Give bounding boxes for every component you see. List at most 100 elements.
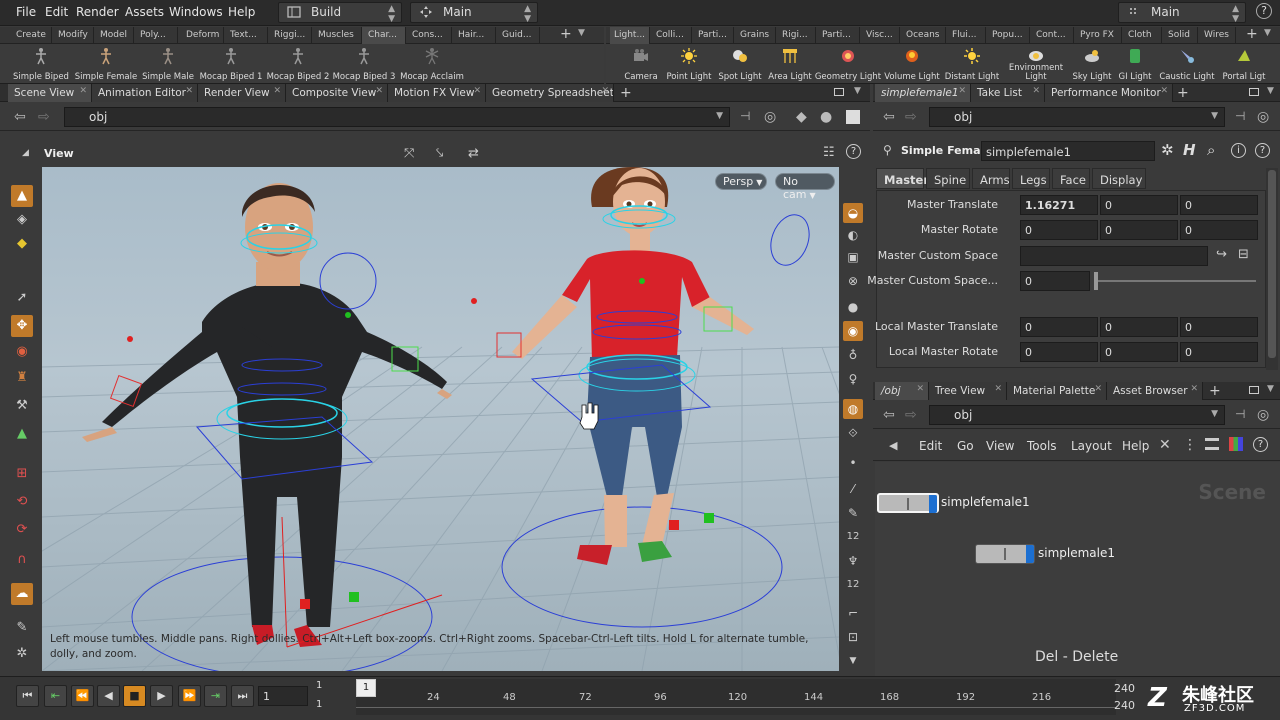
tab-material-palette[interactable]: Material Palette ✕ [1007, 382, 1107, 400]
pin-icon[interactable]: ⊣ [740, 109, 750, 123]
eraser-icon[interactable]: ✎ [11, 617, 33, 639]
node-simplefemale1[interactable] [877, 493, 939, 513]
help-h-icon[interactable]: H [1183, 141, 1196, 159]
shelf-tab-active[interactable]: Light... [610, 27, 650, 44]
scroll-thumb[interactable] [1268, 170, 1276, 358]
tab-geometry-spreadsheet[interactable]: Geometry Spreadsheet ✕ [486, 84, 614, 102]
param-tab-face[interactable]: Face [1052, 168, 1090, 189]
handle-tool-icon[interactable]: ⚒ [11, 395, 33, 417]
shelf-tab[interactable]: Visc... [860, 27, 900, 44]
jump-start-icon[interactable]: ⏮ [16, 685, 39, 707]
cube-icon[interactable]: ◆ [796, 109, 807, 125]
scene-path-field[interactable]: obj ▼ [64, 107, 730, 127]
pose-ik-icon[interactable]: ▲ [11, 423, 33, 445]
shelf-tab[interactable]: Modify [52, 27, 94, 44]
dot-icon[interactable]: • [843, 453, 863, 473]
shelf-tab[interactable]: Pyro FX [1074, 27, 1122, 44]
net-menu-layout[interactable]: Layout [1071, 439, 1112, 453]
close-icon[interactable]: ✕ [79, 86, 87, 96]
param-scrollbar[interactable] [1266, 168, 1278, 370]
tool-simple-male[interactable]: Simple Male [138, 44, 198, 84]
close-icon[interactable]: ✕ [273, 86, 281, 96]
select-object-icon[interactable]: ▲ [11, 185, 33, 207]
param-tab-master[interactable]: Master [876, 168, 929, 189]
info-icon[interactable]: i [1231, 143, 1246, 158]
nav-left-icon[interactable]: ◀ [889, 439, 897, 452]
back-icon[interactable]: ⇦ [14, 109, 26, 125]
help-icon[interactable]: ? [1256, 3, 1272, 19]
node-name-field[interactable]: simplefemale1 [981, 141, 1155, 161]
shelf-tab[interactable]: Flui... [946, 27, 986, 44]
list-icon[interactable] [1205, 438, 1219, 450]
tab-simplefemale1[interactable]: simplefemale1 ✕ [875, 84, 971, 102]
play-reverse-icon[interactable]: ◀ [97, 685, 120, 707]
prev-key-icon[interactable]: ⏪ [71, 685, 94, 707]
display-options-icon[interactable]: ☷ [823, 145, 835, 160]
number-12b-icon[interactable]: 12 [843, 575, 863, 595]
param-tab-arms[interactable]: Arms [972, 168, 1010, 189]
snapshot-icon[interactable] [846, 110, 860, 124]
tab-render-view[interactable]: Render View ✕ [198, 84, 286, 102]
menu-render[interactable]: Render [76, 5, 119, 19]
pin-icon[interactable]: ⊣ [1235, 407, 1245, 421]
shelf-tab[interactable]: Create [10, 27, 52, 44]
net-menu-go[interactable]: Go [957, 439, 974, 453]
simple-female-character[interactable] [127, 167, 816, 628]
tab-animation-editor[interactable]: Animation Editor ✕ [92, 84, 198, 102]
tab-performance-monitor[interactable]: Performance Monitor ✕ [1045, 84, 1173, 102]
tree-icon[interactable]: ⋮ [1183, 437, 1197, 453]
lasso-icon[interactable]: ☁ [11, 583, 33, 605]
shelf-tab[interactable]: Solid [1162, 27, 1198, 44]
desktop-combo[interactable]: Build ▲ ▼ [278, 2, 402, 24]
light-dir-icon[interactable]: ⤧ [404, 146, 414, 161]
shelf-tab[interactable]: Cloth [1122, 27, 1162, 44]
help-icon[interactable]: ? [846, 144, 861, 159]
light-bulb-icon[interactable]: ♁ [843, 345, 863, 365]
link-icon[interactable]: ◎ [764, 109, 776, 125]
corner-icon[interactable]: ⌐ [843, 603, 863, 623]
rotate-tool-icon[interactable]: ◉ [11, 341, 33, 363]
select-faces-icon[interactable]: ◆ [11, 233, 33, 255]
shelf-tab-active[interactable]: Char... [362, 27, 406, 44]
shelf-tab[interactable]: Parti... [692, 27, 734, 44]
tool-mocap-acclaim[interactable]: Mocap Acclaim [400, 44, 464, 84]
network-editor[interactable]: Scene simplefemale1 simplemale1 Del - De… [875, 462, 1280, 676]
pose-tool-icon[interactable]: ✥ [11, 315, 33, 337]
ghost-icon[interactable]: ⟐ [843, 423, 863, 443]
net-menu-help[interactable]: Help [1122, 439, 1149, 453]
view-menu-label[interactable]: View [44, 147, 74, 160]
gear-icon[interactable]: ✲ [1161, 141, 1174, 159]
step-end-icon[interactable]: ⇥ [204, 685, 227, 707]
snap-curve-icon[interactable]: ⟲ [11, 491, 33, 513]
close-icon[interactable]: ✕ [958, 86, 966, 96]
tab-composite-view[interactable]: Composite View ✕ [286, 84, 388, 102]
play-icon[interactable]: ▶ [150, 685, 173, 707]
materials-icon[interactable]: ● [820, 109, 832, 125]
close-icon[interactable]: ✕ [916, 384, 924, 394]
shelf-tab[interactable]: Colli... [650, 27, 692, 44]
close-icon[interactable]: ✕ [473, 86, 481, 96]
tool-mocap-biped-3[interactable]: Mocap Biped 3 [333, 44, 395, 84]
snap-point-icon[interactable]: ⟳ [11, 519, 33, 541]
range-end2-field[interactable]: 240 [1114, 699, 1135, 712]
link-icon[interactable]: ◎ [1257, 109, 1269, 125]
shelf-tab[interactable]: Poly... [134, 27, 178, 44]
persp-button[interactable]: Persp ▼ [715, 173, 767, 190]
tool-portal-light[interactable]: Portal Ligt [1214, 44, 1274, 84]
refresh-icon[interactable]: ⇄ [468, 146, 479, 161]
color-palette-icon[interactable] [1229, 437, 1243, 451]
param-field-z[interactable]: 0 [1180, 317, 1258, 337]
link-icon[interactable]: ◎ [1257, 407, 1269, 423]
maximize-icon[interactable] [1249, 88, 1259, 96]
shelf-tab[interactable]: Popu... [986, 27, 1030, 44]
shelf-tab[interactable]: Wires [1198, 27, 1236, 44]
right-main-combo[interactable]: Main ▲ ▼ [1118, 2, 1246, 24]
menu-help[interactable]: Help [228, 5, 255, 19]
tab-asset-browser[interactable]: Asset Browser ✕ [1107, 382, 1203, 400]
range-start2-field[interactable]: 1 [316, 699, 322, 710]
chevron-down-icon[interactable]: ▼ [716, 111, 723, 121]
wrench-icon[interactable]: ✕ [1159, 437, 1171, 453]
pane-menu-icon[interactable]: ▼ [1267, 86, 1274, 96]
menu-edit[interactable]: Edit [45, 5, 68, 19]
range-start-field[interactable]: 1 [316, 680, 322, 691]
